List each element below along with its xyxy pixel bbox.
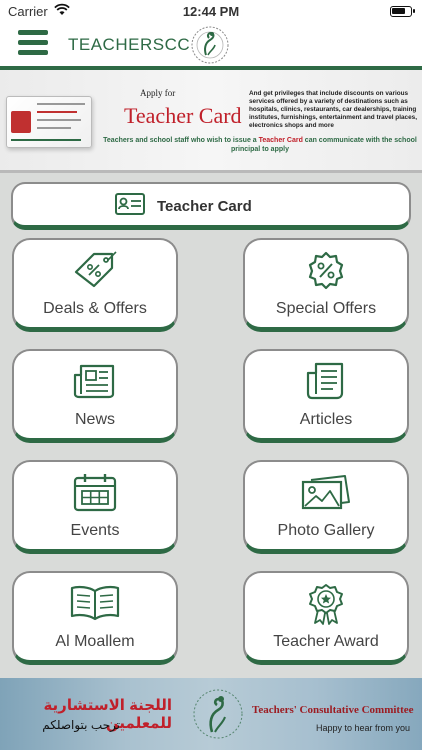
teacher-card-label: Teacher Card: [157, 198, 252, 215]
banner-title: Teacher Card: [124, 103, 242, 128]
tile-label: Deals & Offers: [43, 300, 147, 317]
tcc-logo-icon: [193, 689, 243, 739]
tile-label: Photo Gallery: [277, 522, 375, 539]
battery-icon: [390, 6, 415, 17]
banner-note-text: Teachers and school staff who wish to is…: [103, 137, 259, 144]
tile-label: News: [74, 411, 115, 428]
teacher-card-image: [6, 96, 92, 148]
banner-note: Teachers and school staff who wish to is…: [100, 136, 420, 154]
banner-description: And get privileges that include discount…: [249, 90, 417, 129]
tile-label: Teacher Award: [273, 633, 379, 650]
footer-english-title: Teachers' Consultative Committee: [252, 704, 414, 716]
tile-news[interactable]: News: [12, 349, 178, 443]
hamburger-menu-icon[interactable]: [18, 30, 50, 58]
footer-english-subtitle: Happy to hear from you: [316, 723, 411, 733]
tile-special-offers[interactable]: Special Offers: [243, 238, 409, 332]
banner-divider: [0, 170, 422, 173]
tile-photo-gallery[interactable]: Photo Gallery: [243, 460, 409, 554]
tile-label: Articles: [299, 411, 353, 428]
tile-al-moallem[interactable]: Al Moallem: [12, 571, 178, 665]
open-book-icon: [70, 585, 120, 621]
award-ribbon-icon: [309, 584, 343, 625]
tile-deals-offers[interactable]: Deals & Offers: [12, 238, 178, 332]
tile-label: Al Moallem: [55, 633, 135, 650]
nav-bar: TEACHERSCC: [0, 24, 422, 66]
app-title: TEACHERSCC: [68, 35, 191, 54]
discount-tag-icon: [74, 251, 117, 288]
newspaper-icon: [73, 364, 115, 399]
teacher-card-button[interactable]: Teacher Card: [11, 182, 411, 230]
tile-articles[interactable]: Articles: [243, 349, 409, 443]
banner-apply-for: Apply for: [140, 88, 176, 98]
tile-events[interactable]: Events: [12, 460, 178, 554]
photo-gallery-icon: [301, 475, 350, 510]
tile-label: Events: [70, 522, 120, 539]
tcc-logo-icon: [191, 26, 229, 64]
status-bar: Carrier 12:44 PM: [0, 0, 422, 24]
footer-banner[interactable]: اللجنة الاستشارية للمعلمين ترحب بتواصلكم…: [0, 678, 422, 750]
calendar-icon: [73, 474, 117, 512]
clock: 12:44 PM: [182, 4, 240, 19]
tile-label: Special Offers: [275, 300, 377, 317]
id-card-icon: [115, 193, 145, 215]
banner-note-highlight: Teacher Card: [258, 137, 303, 144]
tile-teacher-award[interactable]: Teacher Award: [243, 571, 409, 665]
teacher-card-banner[interactable]: Apply for Teacher Card And get privilege…: [0, 70, 422, 170]
footer-arabic-subtitle: ترحب بتواصلكم: [42, 718, 120, 732]
article-icon: [306, 362, 344, 400]
discount-badge-icon: [308, 251, 344, 290]
